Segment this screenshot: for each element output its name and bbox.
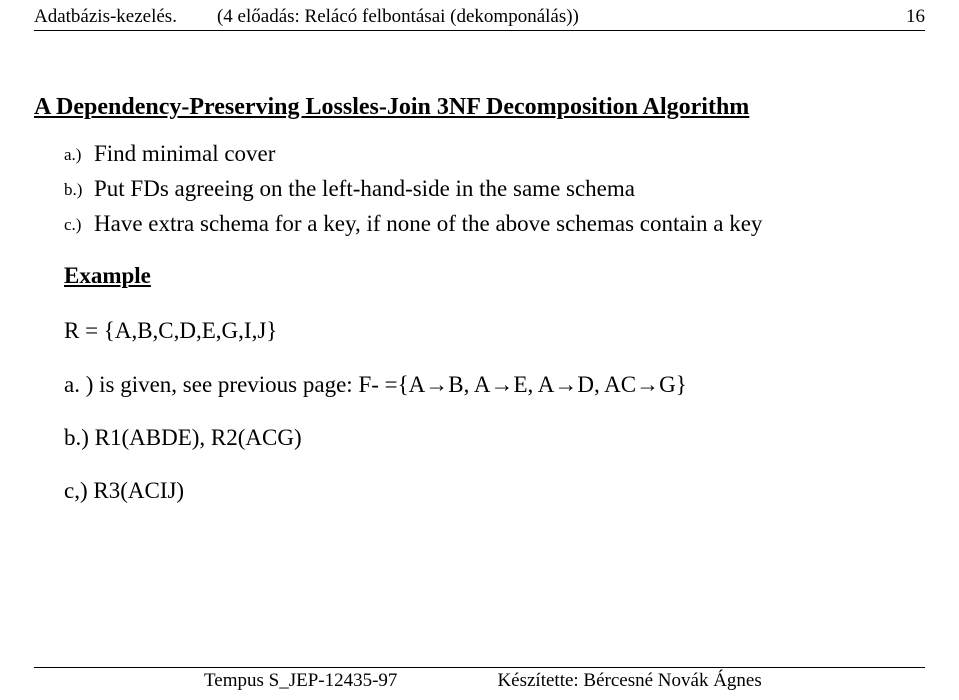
footer-right: Készítette: Bércesné Novák Ágnes <box>497 670 761 692</box>
section-title: A Dependency-Preserving Lossles-Join 3NF… <box>34 90 925 125</box>
header-left: Adatbázis-kezelés. <box>34 6 177 28</box>
footer-rule <box>34 667 925 668</box>
step-a-text: Find minimal cover <box>94 137 275 170</box>
step-a-label: a.) <box>64 137 94 170</box>
step-b-label: b.) <box>64 172 94 205</box>
page-footer: Tempus S_JEP-12435-97 Készítette: Bérces… <box>34 670 925 692</box>
step-c-label: c.) <box>64 207 94 240</box>
step-c-text: Have extra schema for a key, if none of … <box>94 207 762 240</box>
example-line-c: c,) R3(ACIJ) <box>64 474 925 507</box>
step-b: b.) Put FDs agreeing on the left-hand-si… <box>64 172 925 205</box>
example-line-b: b.) R1(ABDE), R2(ACG) <box>64 421 925 454</box>
header-rule <box>34 30 925 31</box>
step-c: c.) Have extra schema for a key, if none… <box>64 207 925 240</box>
example-relation: R = {A,B,C,D,E,G,I,J} <box>64 314 925 347</box>
algorithm-steps: a.) Find minimal cover b.) Put FDs agree… <box>64 137 925 241</box>
page-body: A Dependency-Preserving Lossles-Join 3NF… <box>34 90 925 528</box>
document-page: Adatbázis-kezelés. (4 előadás: Relácó fe… <box>0 0 959 700</box>
example-heading: Example <box>64 259 925 292</box>
header-page-number: 16 <box>906 6 925 28</box>
step-a: a.) Find minimal cover <box>64 137 925 170</box>
example-line-a: a. ) is given, see previous page: F- ={A… <box>64 368 925 401</box>
footer-left: Tempus S_JEP-12435-97 <box>204 670 397 692</box>
page-header: Adatbázis-kezelés. (4 előadás: Relácó fe… <box>34 6 925 28</box>
step-b-text: Put FDs agreeing on the left-hand-side i… <box>94 172 635 205</box>
header-center: (4 előadás: Relácó felbontásai (dekompon… <box>217 6 579 28</box>
